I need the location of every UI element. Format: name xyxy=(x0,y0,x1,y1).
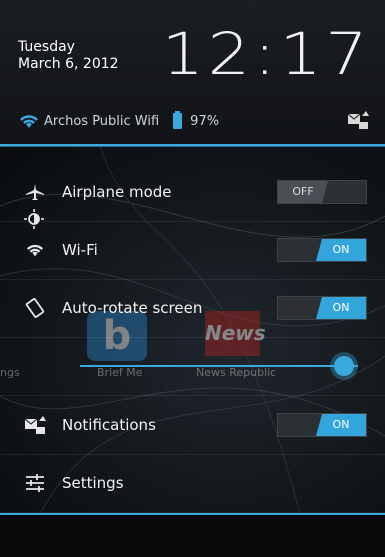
brightness-slider[interactable] xyxy=(80,365,358,367)
notifications-label: Notifications xyxy=(62,416,156,434)
bottom-handle-area[interactable] xyxy=(0,516,385,557)
settings-label: Settings xyxy=(62,474,124,492)
airplane-mode-label: Airplane mode xyxy=(62,183,172,201)
notifications-toggle-state: ON xyxy=(316,414,366,436)
bg-app-label-brief-me: Brief Me xyxy=(97,366,143,379)
auto-rotate-label: Auto-rotate screen xyxy=(62,299,203,317)
bg-app-label-partial: ngs xyxy=(0,366,20,379)
settings-row[interactable]: Settings xyxy=(0,454,385,513)
notification-icon xyxy=(20,414,50,436)
panel-bottom-divider xyxy=(0,513,385,515)
bg-app-label-news-republic: News Republic xyxy=(196,366,277,379)
battery-icon xyxy=(173,111,183,129)
wifi-icon xyxy=(20,239,50,261)
wifi-toggle-state: ON xyxy=(316,239,366,261)
brightness-slider-thumb[interactable] xyxy=(334,356,355,376)
battery-percent: 97% xyxy=(190,113,220,129)
auto-rotate-toggle[interactable]: ON xyxy=(277,296,367,320)
airplane-mode-row[interactable]: Airplane mode OFF xyxy=(0,163,385,222)
status-line: Archos Public Wifi 97% xyxy=(18,111,220,129)
airplane-icon xyxy=(20,181,50,203)
auto-rotate-toggle-state: ON xyxy=(316,297,366,319)
wifi-icon xyxy=(20,115,38,128)
rotate-icon xyxy=(20,297,50,319)
wifi-label: Wi-Fi xyxy=(62,241,98,259)
day-label: Tuesday xyxy=(18,39,75,55)
sliders-icon xyxy=(20,472,50,494)
wifi-row[interactable]: Wi-Fi ON xyxy=(0,221,385,280)
wifi-network-name: Archos Public Wifi xyxy=(44,113,160,129)
airplane-mode-toggle[interactable]: OFF xyxy=(277,180,367,204)
wifi-toggle[interactable]: ON xyxy=(277,238,367,262)
notifications-toggle[interactable]: ON xyxy=(277,413,367,437)
auto-rotate-row[interactable]: Auto-rotate screen ON xyxy=(0,279,385,338)
notification-settings-icon[interactable] xyxy=(347,110,369,130)
brightness-icon xyxy=(24,209,44,229)
notifications-row[interactable]: Notifications ON xyxy=(0,395,385,455)
airplane-mode-toggle-state: OFF xyxy=(278,181,328,203)
date-label: March 6, 2012 xyxy=(18,56,119,72)
quick-settings-header: Tuesday March 6, 2012 12:17 Archos Publi… xyxy=(0,0,385,145)
clock: 12:17 xyxy=(161,20,371,88)
panel-top-divider xyxy=(0,146,385,147)
